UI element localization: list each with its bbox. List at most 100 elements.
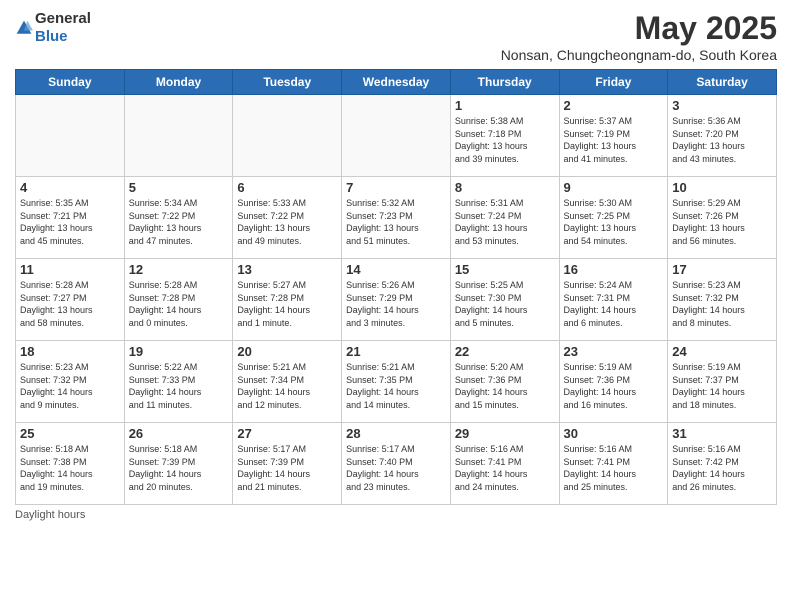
day-info: Sunrise: 5:27 AM Sunset: 7:28 PM Dayligh… bbox=[237, 279, 337, 329]
calendar-cell: 15Sunrise: 5:25 AM Sunset: 7:30 PM Dayli… bbox=[450, 259, 559, 341]
calendar-cell: 20Sunrise: 5:21 AM Sunset: 7:34 PM Dayli… bbox=[233, 341, 342, 423]
header: General Blue May 2025 Nonsan, Chungcheon… bbox=[15, 10, 777, 63]
day-header-saturday: Saturday bbox=[668, 70, 777, 95]
calendar-table: SundayMondayTuesdayWednesdayThursdayFrid… bbox=[15, 69, 777, 505]
day-info: Sunrise: 5:21 AM Sunset: 7:35 PM Dayligh… bbox=[346, 361, 446, 411]
day-number: 4 bbox=[20, 180, 120, 195]
day-number: 24 bbox=[672, 344, 772, 359]
day-info: Sunrise: 5:22 AM Sunset: 7:33 PM Dayligh… bbox=[129, 361, 229, 411]
day-number: 19 bbox=[129, 344, 229, 359]
calendar-cell: 30Sunrise: 5:16 AM Sunset: 7:41 PM Dayli… bbox=[559, 423, 668, 505]
day-number: 18 bbox=[20, 344, 120, 359]
day-number: 6 bbox=[237, 180, 337, 195]
day-number: 21 bbox=[346, 344, 446, 359]
day-info: Sunrise: 5:18 AM Sunset: 7:39 PM Dayligh… bbox=[129, 443, 229, 493]
week-row-1: 1 Sunrise: 5:38 AM Sunset: 7:18 PM Daylig… bbox=[16, 95, 777, 177]
logo: General Blue bbox=[15, 10, 91, 46]
calendar-cell bbox=[16, 95, 125, 177]
day-info: Sunrise: 5:34 AM Sunset: 7:22 PM Dayligh… bbox=[129, 197, 229, 247]
calendar-cell: 16 Sunrise: 5:24 AM Sunset: 7:31 PM Dayli… bbox=[559, 259, 668, 341]
logo-general: General bbox=[35, 10, 91, 27]
day-number: 5 bbox=[129, 180, 229, 195]
day-info: Sunrise: 5:36 AM Sunset: 7:20 PM Dayligh… bbox=[672, 115, 772, 165]
day-header-friday: Friday bbox=[559, 70, 668, 95]
day-info: Sunrise: 5:31 AM Sunset: 7:24 PM Dayligh… bbox=[455, 197, 555, 247]
day-info: Sunrise: 5:19 AM Sunset: 7:37 PM Dayligh… bbox=[672, 361, 772, 411]
day-number: 11 bbox=[20, 262, 120, 277]
calendar-cell bbox=[342, 95, 451, 177]
day-info: Sunrise: 5:30 AM Sunset: 7:25 PM Dayligh… bbox=[564, 197, 664, 247]
day-info: Sunrise: 5:17 AM Sunset: 7:40 PM Dayligh… bbox=[346, 443, 446, 493]
calendar-cell: 31Sunrise: 5:16 AM Sunset: 7:42 PM Dayli… bbox=[668, 423, 777, 505]
day-info: Sunrise: 5:20 AM Sunset: 7:36 PM Dayligh… bbox=[455, 361, 555, 411]
calendar-page: General Blue May 2025 Nonsan, Chungcheon… bbox=[0, 0, 792, 612]
week-row-5: 25Sunrise: 5:18 AM Sunset: 7:38 PM Dayli… bbox=[16, 423, 777, 505]
footer-note: Daylight hours bbox=[15, 509, 777, 521]
day-number: 30 bbox=[564, 426, 664, 441]
calendar-cell: 18Sunrise: 5:23 AM Sunset: 7:32 PM Dayli… bbox=[16, 341, 125, 423]
day-number: 1 bbox=[455, 98, 555, 113]
logo-blue: Blue bbox=[35, 28, 68, 45]
calendar-cell: 9 Sunrise: 5:30 AM Sunset: 7:25 PM Daylig… bbox=[559, 177, 668, 259]
calendar-cell: 12 Sunrise: 5:28 AM Sunset: 7:28 PM Dayli… bbox=[124, 259, 233, 341]
calendar-cell: 23Sunrise: 5:19 AM Sunset: 7:36 PM Dayli… bbox=[559, 341, 668, 423]
calendar-cell: 25Sunrise: 5:18 AM Sunset: 7:38 PM Dayli… bbox=[16, 423, 125, 505]
calendar-cell: 11 Sunrise: 5:28 AM Sunset: 7:27 PM Dayli… bbox=[16, 259, 125, 341]
location-subtitle: Nonsan, Chungcheongnam-do, South Korea bbox=[501, 47, 777, 63]
day-number: 8 bbox=[455, 180, 555, 195]
day-info: Sunrise: 5:23 AM Sunset: 7:32 PM Dayligh… bbox=[672, 279, 772, 329]
day-number: 7 bbox=[346, 180, 446, 195]
day-info: Sunrise: 5:19 AM Sunset: 7:36 PM Dayligh… bbox=[564, 361, 664, 411]
logo-icon bbox=[15, 19, 33, 37]
day-number: 27 bbox=[237, 426, 337, 441]
day-number: 15 bbox=[455, 262, 555, 277]
day-number: 14 bbox=[346, 262, 446, 277]
day-number: 10 bbox=[672, 180, 772, 195]
week-row-2: 4 Sunrise: 5:35 AM Sunset: 7:21 PM Daylig… bbox=[16, 177, 777, 259]
day-info: Sunrise: 5:35 AM Sunset: 7:21 PM Dayligh… bbox=[20, 197, 120, 247]
day-number: 22 bbox=[455, 344, 555, 359]
calendar-cell: 7Sunrise: 5:32 AM Sunset: 7:23 PM Daylig… bbox=[342, 177, 451, 259]
day-number: 31 bbox=[672, 426, 772, 441]
day-number: 9 bbox=[564, 180, 664, 195]
day-info: Sunrise: 5:16 AM Sunset: 7:41 PM Dayligh… bbox=[455, 443, 555, 493]
calendar-cell: 28Sunrise: 5:17 AM Sunset: 7:40 PM Dayli… bbox=[342, 423, 451, 505]
calendar-cell: 17 Sunrise: 5:23 AM Sunset: 7:32 PM Dayli… bbox=[668, 259, 777, 341]
calendar-cell: 21 Sunrise: 5:21 AM Sunset: 7:35 PM Dayli… bbox=[342, 341, 451, 423]
day-info: Sunrise: 5:24 AM Sunset: 7:31 PM Dayligh… bbox=[564, 279, 664, 329]
day-info: Sunrise: 5:17 AM Sunset: 7:39 PM Dayligh… bbox=[237, 443, 337, 493]
day-number: 12 bbox=[129, 262, 229, 277]
calendar-cell: 2 Sunrise: 5:37 AM Sunset: 7:19 PM Daylig… bbox=[559, 95, 668, 177]
day-info: Sunrise: 5:28 AM Sunset: 7:28 PM Dayligh… bbox=[129, 279, 229, 329]
day-number: 20 bbox=[237, 344, 337, 359]
calendar-cell: 14Sunrise: 5:26 AM Sunset: 7:29 PM Dayli… bbox=[342, 259, 451, 341]
calendar-cell bbox=[124, 95, 233, 177]
day-header-sunday: Sunday bbox=[16, 70, 125, 95]
calendar-cell: 10 Sunrise: 5:29 AM Sunset: 7:26 PM Dayli… bbox=[668, 177, 777, 259]
day-number: 3 bbox=[672, 98, 772, 113]
day-info: Sunrise: 5:37 AM Sunset: 7:19 PM Dayligh… bbox=[564, 115, 664, 165]
day-info: Sunrise: 5:38 AM Sunset: 7:18 PM Dayligh… bbox=[455, 115, 555, 165]
title-area: May 2025 Nonsan, Chungcheongnam-do, Sout… bbox=[501, 10, 777, 63]
calendar-cell bbox=[233, 95, 342, 177]
day-header-wednesday: Wednesday bbox=[342, 70, 451, 95]
calendar-cell: 22 Sunrise: 5:20 AM Sunset: 7:36 PM Dayli… bbox=[450, 341, 559, 423]
day-number: 25 bbox=[20, 426, 120, 441]
month-title: May 2025 bbox=[501, 10, 777, 47]
day-info: Sunrise: 5:28 AM Sunset: 7:27 PM Dayligh… bbox=[20, 279, 120, 329]
calendar-cell: 5 Sunrise: 5:34 AM Sunset: 7:22 PM Daylig… bbox=[124, 177, 233, 259]
day-number: 17 bbox=[672, 262, 772, 277]
day-number: 2 bbox=[564, 98, 664, 113]
calendar-cell: 27 Sunrise: 5:17 AM Sunset: 7:39 PM Dayli… bbox=[233, 423, 342, 505]
week-row-4: 18Sunrise: 5:23 AM Sunset: 7:32 PM Dayli… bbox=[16, 341, 777, 423]
calendar-cell: 6Sunrise: 5:33 AM Sunset: 7:22 PM Daylig… bbox=[233, 177, 342, 259]
day-number: 16 bbox=[564, 262, 664, 277]
day-info: Sunrise: 5:29 AM Sunset: 7:26 PM Dayligh… bbox=[672, 197, 772, 247]
calendar-cell: 3 Sunrise: 5:36 AM Sunset: 7:20 PM Daylig… bbox=[668, 95, 777, 177]
calendar-cell: 4 Sunrise: 5:35 AM Sunset: 7:21 PM Daylig… bbox=[16, 177, 125, 259]
day-number: 13 bbox=[237, 262, 337, 277]
logo-text: General Blue bbox=[35, 10, 91, 46]
calendar-cell: 19 Sunrise: 5:22 AM Sunset: 7:33 PM Dayli… bbox=[124, 341, 233, 423]
day-header-thursday: Thursday bbox=[450, 70, 559, 95]
calendar-cell: 24 Sunrise: 5:19 AM Sunset: 7:37 PM Dayli… bbox=[668, 341, 777, 423]
